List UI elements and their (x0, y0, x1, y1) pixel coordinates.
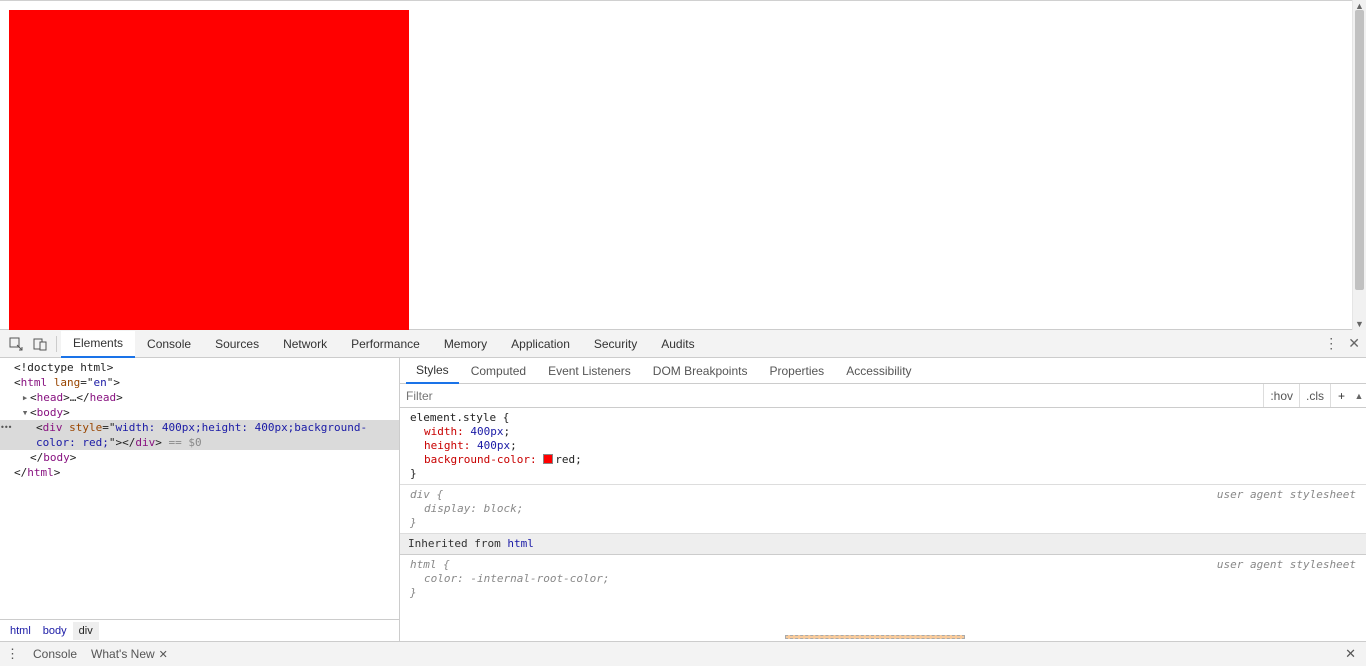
tab-network[interactable]: Network (271, 330, 339, 357)
drawer-tab-console[interactable]: Console (33, 647, 77, 661)
tab-console[interactable]: Console (135, 330, 203, 357)
drawer-tab-whatsnew[interactable]: What's New ✕ (91, 647, 168, 661)
val-height[interactable]: 400px (477, 439, 510, 452)
tab-memory[interactable]: Memory (432, 330, 499, 357)
prop-display: display: (410, 502, 484, 515)
subtab-eventlisteners[interactable]: Event Listeners (538, 358, 641, 383)
rule-element-style[interactable]: element.style { width: 400px; height: 40… (400, 408, 1366, 485)
subtab-styles[interactable]: Styles (406, 359, 459, 384)
new-style-rule-button[interactable]: + (1330, 384, 1352, 407)
dom-doctype[interactable]: <!doctype html> (0, 360, 399, 375)
drawer-close-icon[interactable]: ✕ (1345, 646, 1356, 662)
val-bgcolor[interactable]: red (555, 453, 575, 466)
scrollbar-thumb[interactable] (1355, 10, 1364, 290)
crumb-html[interactable]: html (4, 622, 37, 640)
devtools-panel: Elements Console Sources Network Perform… (0, 330, 1366, 666)
dom-body-close[interactable]: </body> (0, 450, 399, 465)
styles-panel: Styles Computed Event Listeners DOM Brea… (400, 358, 1366, 666)
styles-scroll-up-arrow[interactable]: ▲ (1352, 391, 1366, 401)
styles-subtabs: Styles Computed Event Listeners DOM Brea… (400, 358, 1366, 384)
prop-height[interactable]: height: (410, 439, 477, 452)
cls-toggle[interactable]: .cls (1299, 384, 1330, 407)
scroll-down-arrow[interactable]: ▼ (1353, 318, 1366, 330)
subtab-accessibility[interactable]: Accessibility (836, 358, 921, 383)
styles-rules-list: element.style { width: 400px; height: 40… (400, 408, 1366, 666)
device-toggle-icon[interactable] (28, 332, 52, 356)
color-swatch-icon[interactable] (543, 454, 553, 464)
brace-close: } (410, 586, 417, 599)
tab-security[interactable]: Security (582, 330, 649, 357)
page-viewport (0, 0, 1352, 330)
dom-html-open[interactable]: <html lang="en"> (0, 375, 399, 390)
rule-div[interactable]: user agent stylesheet div { display: blo… (400, 485, 1366, 534)
inherited-from-bar: Inherited from html (400, 534, 1366, 555)
selector-text: div { (410, 488, 443, 501)
rule-html[interactable]: user agent stylesheet html { color: -int… (400, 555, 1366, 603)
val-display: block (484, 502, 517, 515)
brace-close: } (410, 467, 417, 480)
red-div (9, 10, 409, 330)
devtools-drawer: ⋮ Console What's New ✕ ✕ (0, 641, 1366, 666)
inspect-icon[interactable] (4, 332, 28, 356)
tab-application[interactable]: Application (499, 330, 582, 357)
val-color: -internal-root-color (470, 572, 602, 585)
tab-audits[interactable]: Audits (649, 330, 706, 357)
dom-body-open[interactable]: ▾<body> (0, 405, 399, 420)
ua-stylesheet-label: user agent stylesheet (1217, 558, 1356, 572)
subtab-computed[interactable]: Computed (461, 358, 536, 383)
crumb-body[interactable]: body (37, 622, 73, 640)
subtab-dombreakpoints[interactable]: DOM Breakpoints (643, 358, 758, 383)
selector-text: element.style { (410, 411, 509, 424)
close-icon[interactable]: ✕ (159, 648, 168, 661)
prop-color: color: (410, 572, 470, 585)
crumb-div[interactable]: div (73, 622, 99, 640)
drawer-kebab-icon[interactable]: ⋮ (6, 646, 19, 662)
dom-selected-div[interactable]: <div style="width: 400px;height: 400px;b… (0, 420, 399, 450)
close-devtools-icon[interactable]: ✕ (1348, 335, 1360, 352)
dom-head[interactable]: ▸<head>…</head> (0, 390, 399, 405)
viewport-scrollbar[interactable]: ▲ ▼ (1352, 0, 1366, 330)
box-model-margin-hint (785, 635, 965, 639)
styles-filter-bar: :hov .cls + ▲ (400, 384, 1366, 408)
prop-width[interactable]: width: (410, 425, 470, 438)
val-width[interactable]: 400px (470, 425, 503, 438)
tab-sources[interactable]: Sources (203, 330, 271, 357)
tab-elements[interactable]: Elements (61, 331, 135, 358)
kebab-menu-icon[interactable]: ⋮ (1324, 335, 1338, 352)
prop-bgcolor[interactable]: background-color: (410, 453, 543, 466)
dom-breadcrumb: html body div (0, 619, 400, 641)
brace-close: } (410, 516, 417, 529)
devtools-tabstrip: Elements Console Sources Network Perform… (0, 330, 1366, 358)
ua-stylesheet-label: user agent stylesheet (1217, 488, 1356, 502)
selector-text: html { (410, 558, 450, 571)
dom-html-close[interactable]: </html> (0, 465, 399, 480)
styles-filter-input[interactable] (400, 384, 1263, 407)
inherited-from-link[interactable]: html (507, 537, 534, 550)
tab-performance[interactable]: Performance (339, 330, 432, 357)
hov-toggle[interactable]: :hov (1263, 384, 1299, 407)
subtab-properties[interactable]: Properties (759, 358, 834, 383)
